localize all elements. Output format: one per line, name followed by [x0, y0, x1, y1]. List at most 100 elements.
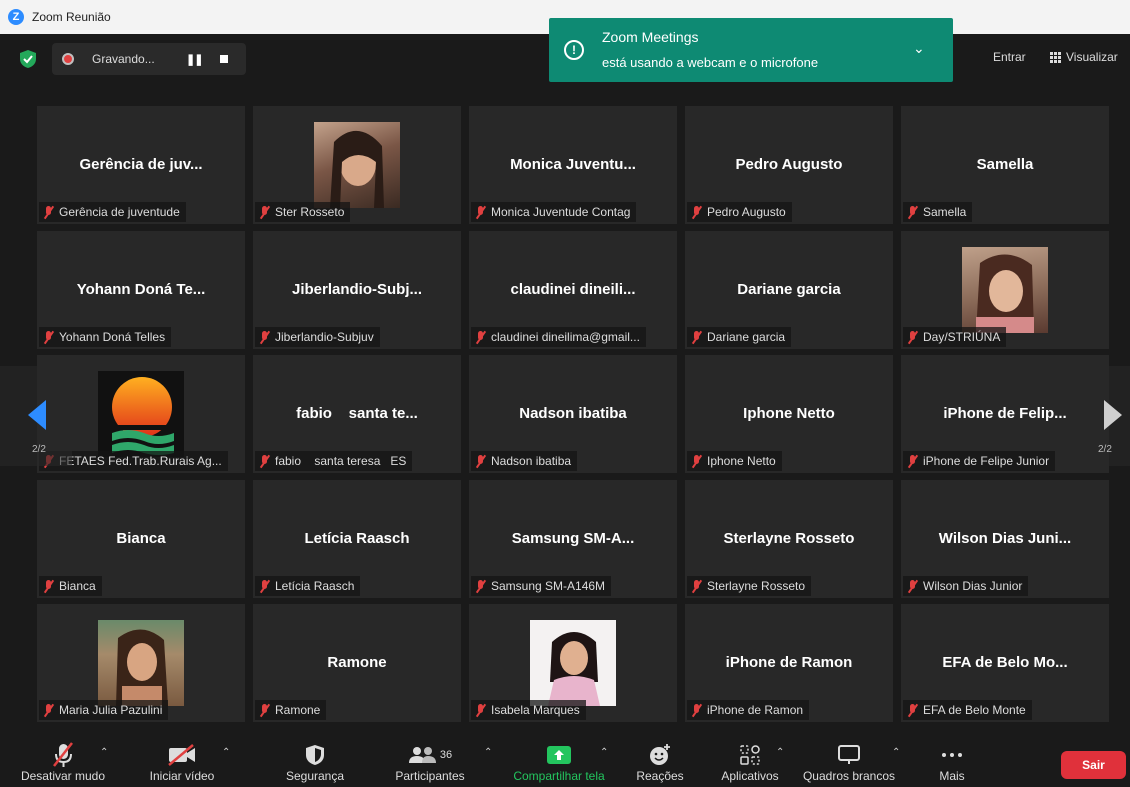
participant-label-text: iPhone de Felipe Junior — [923, 454, 1050, 468]
chevron-down-icon[interactable]: ⌄ — [913, 40, 925, 57]
participant-label-text: fabio santa teresa ES — [275, 454, 407, 468]
participant-tile[interactable]: claudinei dineili... claudinei dineilima… — [469, 231, 677, 349]
chevron-up-icon[interactable]: ⌃ — [222, 747, 230, 758]
webcam-notification[interactable]: ! Zoom Meetings está usando a webcam e o… — [549, 18, 953, 82]
participant-name-large: Monica Juventu... — [510, 156, 636, 173]
mic-muted-icon — [259, 330, 269, 344]
chevron-up-icon[interactable]: ⌃ — [100, 747, 108, 758]
participant-tile[interactable]: iPhone de Ramon iPhone de Ramon — [685, 604, 893, 722]
participants-button[interactable]: 36 Participantes — [385, 735, 475, 787]
participant-label: Dariane garcia — [687, 327, 792, 347]
previous-page-button[interactable]: 2/2 — [0, 366, 72, 466]
avatar-face-icon — [330, 130, 384, 208]
participant-tile[interactable]: Iphone Netto Iphone Netto — [685, 355, 893, 473]
participant-tile[interactable]: Wilson Dias Juni... Wilson Dias Junior — [901, 480, 1109, 598]
participant-tile[interactable]: Pedro Augusto Pedro Augusto — [685, 106, 893, 224]
mic-muted-icon — [907, 330, 917, 344]
participant-tile[interactable]: Samella Samella — [901, 106, 1109, 224]
chevron-up-icon[interactable]: ⌃ — [600, 747, 608, 758]
avatar-face-icon — [116, 629, 168, 706]
mic-muted-icon — [259, 579, 269, 593]
mic-muted-icon — [691, 454, 701, 468]
video-off-icon — [167, 741, 197, 769]
participant-photo — [98, 620, 184, 706]
participant-label-text: Yohann Doná Telles — [59, 330, 166, 344]
notification-message: está usando a webcam e o microfone — [602, 55, 819, 70]
participant-name-large: EFA de Belo Mo... — [942, 654, 1068, 671]
chevron-up-icon[interactable]: ⌃ — [776, 747, 784, 758]
chevron-up-icon[interactable]: ⌃ — [892, 747, 900, 758]
participant-label: Yohann Doná Telles — [39, 327, 172, 347]
more-button[interactable]: Mais — [920, 735, 984, 787]
mic-muted-icon — [907, 703, 917, 717]
participant-tile[interactable]: EFA de Belo Mo... EFA de Belo Monte — [901, 604, 1109, 722]
share-screen-label: Compartilhar tela — [513, 769, 605, 783]
participant-name-large: Gerência de juv... — [79, 156, 203, 173]
participant-tile[interactable]: Nadson ibatiba Nadson ibatiba — [469, 355, 677, 473]
security-button[interactable]: Segurança — [270, 735, 360, 787]
join-button[interactable]: Entrar — [993, 50, 1026, 64]
view-label: Visualizar — [1066, 50, 1118, 64]
participant-label: Monica Juventude Contag — [471, 202, 637, 222]
participant-label-text: Letícia Raasch — [275, 579, 355, 593]
participant-tile[interactable]: Isabela Marques — [469, 604, 677, 722]
participant-label: Pedro Augusto — [687, 202, 792, 222]
mic-muted-icon — [475, 703, 485, 717]
record-dot-icon — [62, 53, 74, 65]
participant-name-large: fabio santa te... — [296, 405, 418, 422]
view-button[interactable]: Visualizar — [1050, 50, 1118, 64]
next-page-button[interactable]: 2/2 — [1076, 366, 1130, 466]
apps-button[interactable]: Aplicativos — [710, 735, 790, 787]
participant-label: fabio santa teresa ES — [255, 451, 413, 471]
participant-label: Day/STRIÚNA — [903, 327, 1007, 347]
info-icon: ! — [564, 40, 584, 60]
participant-tile[interactable]: Jiberlandio-Subj... Jiberlandio-Subjuv — [253, 231, 461, 349]
start-video-button[interactable]: Iniciar vídeo — [132, 735, 232, 787]
unmute-button[interactable]: Desativar mudo — [8, 735, 118, 787]
notification-title: Zoom Meetings — [602, 29, 699, 45]
participant-tile[interactable]: fabio santa te... fabio santa teresa ES — [253, 355, 461, 473]
participant-tile[interactable]: Ramone Ramone — [253, 604, 461, 722]
reactions-button[interactable]: Reações — [625, 735, 695, 787]
pause-recording-button[interactable]: ❚❚ — [186, 53, 203, 66]
participant-label: Nadson ibatiba — [471, 451, 578, 471]
mic-muted-icon — [259, 454, 269, 468]
page-indicator-right: 2/2 — [1098, 444, 1112, 455]
participant-label: Samsung SM-A146M — [471, 576, 612, 596]
participants-count: 36 — [439, 749, 453, 761]
participant-label-text: claudinei dineilima@gmail... — [491, 330, 640, 344]
whiteboard-icon — [837, 741, 861, 769]
participants-icon: 36 — [408, 741, 452, 769]
participant-name-large: Nadson ibatiba — [519, 405, 627, 422]
participant-tile[interactable]: Monica Juventu... Monica Juventude Conta… — [469, 106, 677, 224]
participant-tile[interactable]: Samsung SM-A... Samsung SM-A146M — [469, 480, 677, 598]
participant-name-large: Ramone — [327, 654, 387, 671]
arrow-left-icon — [28, 400, 46, 430]
participant-label-text: FETAES Fed.Trab.Rurais Ag... — [59, 454, 222, 468]
participant-tile[interactable]: Sterlayne Rosseto Sterlayne Rosseto — [685, 480, 893, 598]
whiteboards-label: Quadros brancos — [802, 769, 896, 783]
mic-muted-icon — [43, 205, 53, 219]
participant-name-large: Samsung SM-A... — [511, 530, 635, 547]
whiteboards-button[interactable]: Quadros brancos — [796, 735, 902, 787]
participant-tile[interactable]: Yohann Doná Te... Yohann Doná Telles — [37, 231, 245, 349]
mic-muted-icon — [43, 330, 53, 344]
participant-name-large: Samella — [976, 156, 1034, 173]
participant-tile[interactable]: Maria Julia Pazulini — [37, 604, 245, 722]
participant-tile[interactable]: Day/STRIÚNA — [901, 231, 1109, 349]
participant-tile[interactable]: Bianca Bianca — [37, 480, 245, 598]
participant-label-text: Sterlayne Rosseto — [707, 579, 806, 593]
participant-tile[interactable]: Gerência de juv... Gerência de juventude — [37, 106, 245, 224]
participant-tile[interactable]: Dariane garcia Dariane garcia — [685, 231, 893, 349]
share-screen-button[interactable]: Compartilhar tela — [504, 735, 614, 787]
leave-meeting-button[interactable]: Sair — [1061, 751, 1126, 779]
participant-photo — [530, 620, 616, 706]
mic-muted-icon — [691, 579, 701, 593]
stop-recording-button[interactable] — [220, 55, 229, 63]
chevron-up-icon[interactable]: ⌃ — [484, 747, 492, 758]
participant-label: claudinei dineilima@gmail... — [471, 327, 646, 347]
encryption-shield-icon[interactable] — [20, 50, 36, 68]
mic-muted-icon — [691, 330, 701, 344]
participant-tile[interactable]: Ster Rosseto — [253, 106, 461, 224]
participant-tile[interactable]: Letícia Raasch Letícia Raasch — [253, 480, 461, 598]
